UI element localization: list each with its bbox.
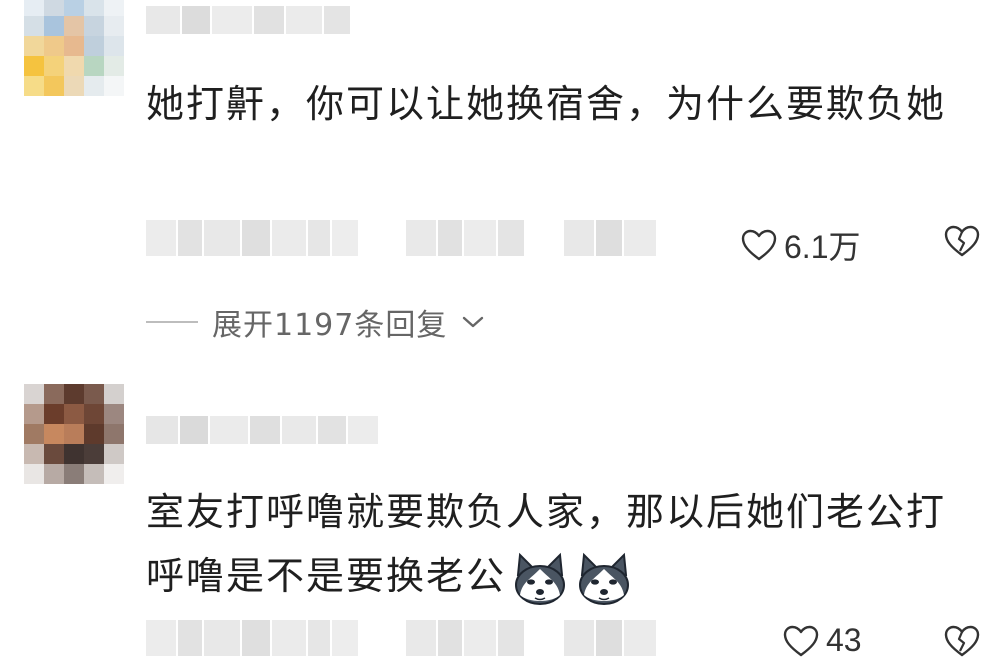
username[interactable] xyxy=(146,416,380,444)
husky-emoji xyxy=(515,552,566,605)
username[interactable] xyxy=(146,6,352,34)
dislike-button[interactable] xyxy=(944,624,980,662)
comment-text: 室友打呼噜就要欺负人家，那以后她们老公打呼噜是不是要换老公 xyxy=(146,480,976,608)
comment-meta xyxy=(146,220,658,256)
like-count: 43 xyxy=(826,622,862,658)
expand-replies-label: 展开1197条回复 xyxy=(212,308,448,343)
like-button[interactable]: 6.1万 xyxy=(740,222,861,268)
divider xyxy=(146,321,198,323)
broken-heart-icon xyxy=(944,625,980,657)
like-count: 6.1万 xyxy=(784,229,861,265)
husky-emoji xyxy=(579,552,630,605)
comment-meta xyxy=(146,620,658,656)
heart-outline-icon xyxy=(783,625,819,656)
expand-replies-button[interactable]: 展开1197条回复 xyxy=(146,300,485,344)
dislike-button[interactable] xyxy=(944,224,980,262)
like-button[interactable]: 43 xyxy=(782,622,862,659)
comment-item: 室友打呼噜就要欺负人家，那以后她们老公打呼噜是不是要换老公 43 xyxy=(0,384,994,664)
broken-heart-icon xyxy=(944,225,980,257)
comment-item: 她打鼾，你可以让她换宿舍，为什么要欺负她 6.1万 展开1197条回复 xyxy=(0,0,994,380)
avatar[interactable] xyxy=(24,0,124,96)
chevron-down-icon xyxy=(463,316,484,328)
comment-text: 她打鼾，你可以让她换宿舍，为什么要欺负她 xyxy=(146,82,947,126)
heart-outline-icon xyxy=(741,229,777,261)
avatar[interactable] xyxy=(24,384,124,484)
